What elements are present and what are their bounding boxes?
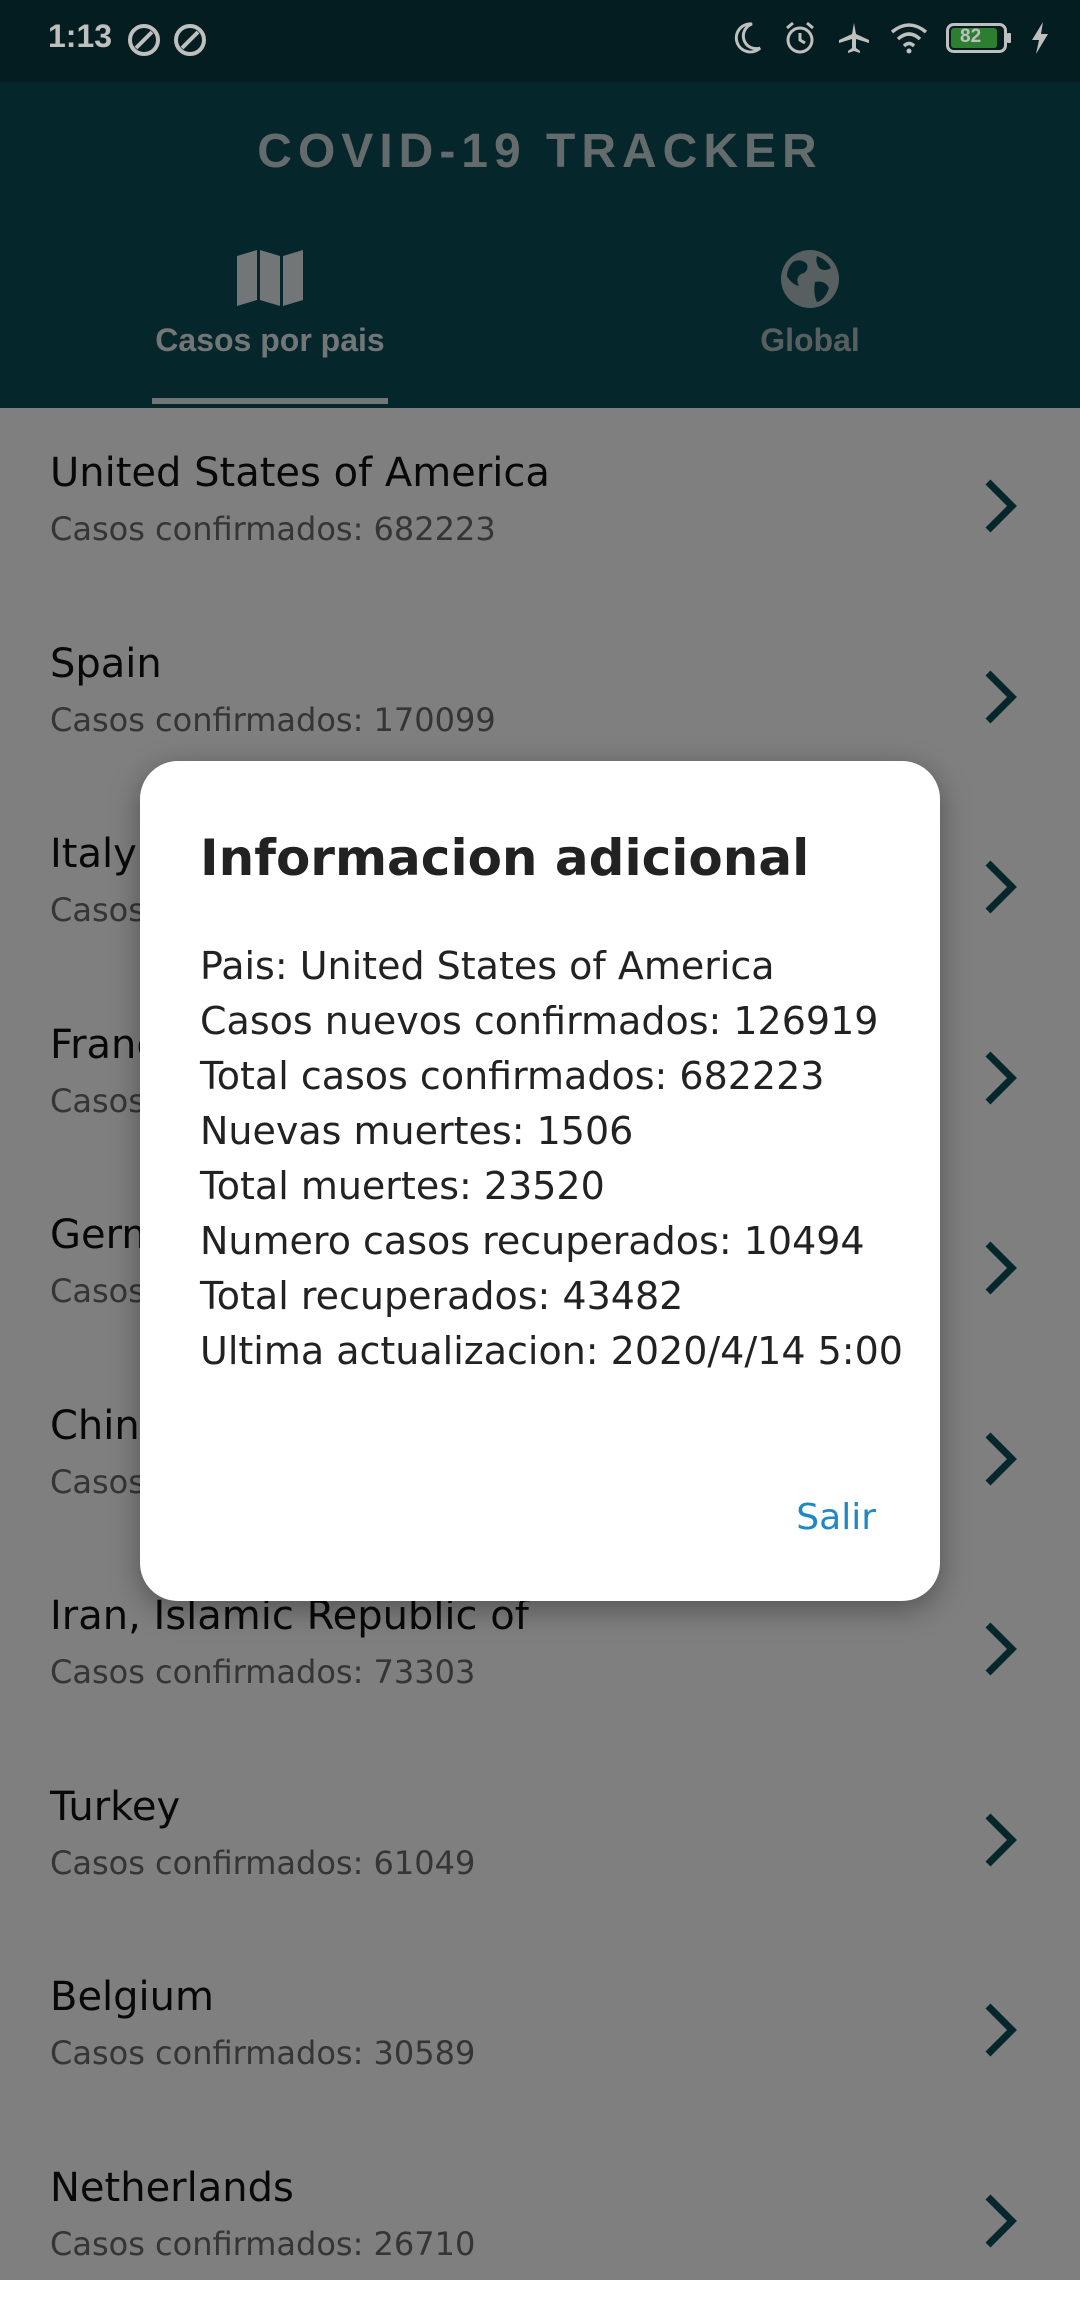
detail-total-recovered: Total recuperados: 43482 [200,1269,920,1324]
status-bar: 1:13 [0,0,1080,82]
dialog-title: Informacion adicional [200,829,809,887]
detail-new-cases: Casos nuevos confirmados: 126919 [200,994,920,1049]
detail-total-cases: Total casos confirmados: 682223 [200,1049,920,1104]
info-dialog: Informacion adicional Pais: United State… [140,761,940,1601]
dialog-details: Pais: United States of America Casos nue… [200,939,920,1379]
detail-new-deaths: Nuevas muertes: 1506 [200,1104,920,1159]
detail-last-update: Ultima actualizacion: 2020/4/14 5:00 [200,1324,920,1379]
detail-total-deaths: Total muertes: 23520 [200,1159,920,1214]
detail-new-recovered: Numero casos recuperados: 10494 [200,1214,920,1269]
detail-country: Pais: United States of America [200,939,920,994]
salir-button[interactable]: Salir [796,1497,876,1538]
